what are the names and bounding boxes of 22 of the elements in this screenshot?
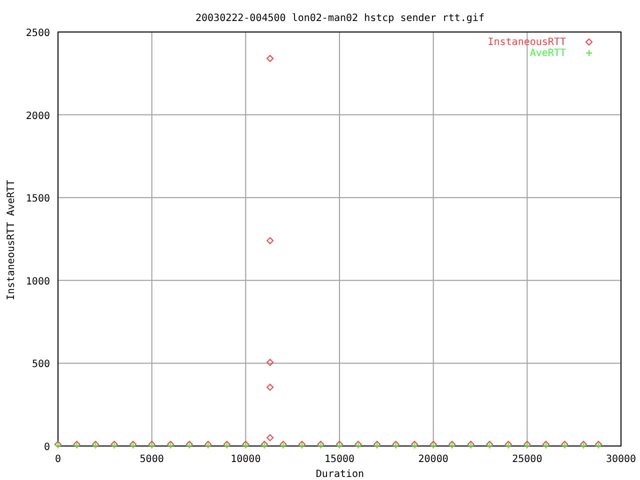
legend-label: InstaneousRTT bbox=[488, 37, 566, 48]
chart-title: 20030222-004500 lon02-man02 hstcp sender rtt.gif bbox=[196, 13, 484, 24]
axis-tick-label: 20000 bbox=[418, 454, 448, 465]
data-point bbox=[266, 358, 274, 366]
legend-label: AveRTT bbox=[530, 48, 566, 59]
data-point bbox=[266, 384, 274, 391]
y-axis-label: InstaneousRTT AveRTT bbox=[6, 180, 17, 300]
x-axis-label: Duration bbox=[316, 469, 364, 480]
axis-tick-label: 30000 bbox=[606, 454, 636, 465]
axis-tick-label: 10000 bbox=[230, 454, 261, 465]
axis-tick-label: 0 bbox=[54, 454, 62, 465]
axis-tick-label: 0 bbox=[44, 442, 50, 453]
axis-tick-label: 25000 bbox=[512, 454, 542, 465]
axis-tick-label: 1500 bbox=[26, 194, 50, 205]
axis-tick-label: 500 bbox=[32, 359, 50, 370]
axis-tick-label: 5000 bbox=[140, 454, 164, 465]
axis-tick-label: 2000 bbox=[26, 110, 50, 122]
data-point bbox=[266, 236, 274, 244]
axis-tick-label: 2500 bbox=[26, 28, 50, 39]
axis-tick-label: 15000 bbox=[324, 454, 355, 465]
data-point bbox=[266, 54, 274, 62]
axis-tick-label: 1000 bbox=[26, 276, 50, 288]
